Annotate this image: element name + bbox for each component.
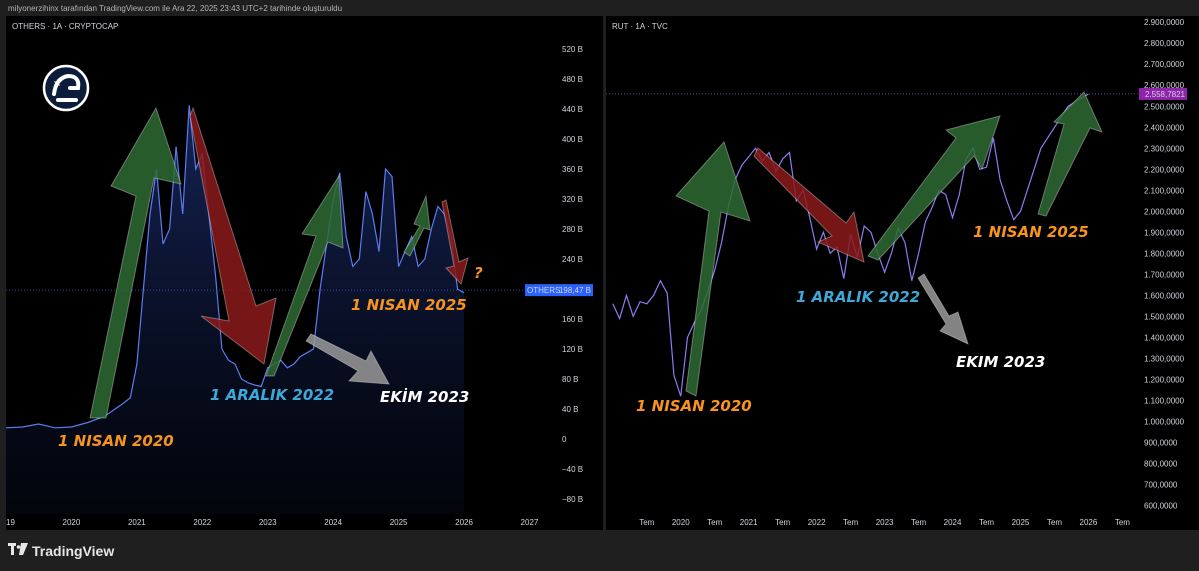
y-tick-label: 320 B bbox=[562, 195, 583, 204]
y-tick-label: 2.700,0000 bbox=[1144, 60, 1185, 69]
last-value-text: 198,47 B bbox=[559, 286, 591, 295]
y-tick-label: 2.000,0000 bbox=[1144, 207, 1185, 216]
last-value-name: OTHERS bbox=[527, 286, 560, 295]
x-tick-label: 2024 bbox=[944, 518, 962, 527]
x-tick-label: 2021 bbox=[740, 518, 758, 527]
y-tick-label: 1.100,0000 bbox=[1144, 396, 1185, 405]
annotation-1-aralik-2022: 1 ARALIK 2022 bbox=[210, 386, 334, 404]
y-tick-label: 1.300,0000 bbox=[1144, 354, 1185, 363]
x-tick-label: 2025 bbox=[1012, 518, 1030, 527]
footer-bar: TradingView bbox=[0, 532, 1199, 571]
y-tick-label: 2.100,0000 bbox=[1144, 186, 1185, 195]
x-tick-label: 2027 bbox=[521, 518, 539, 527]
x-tick-label: 2026 bbox=[455, 518, 473, 527]
x-tick-label: Tem bbox=[911, 518, 926, 527]
x-tick-label: 2020 bbox=[63, 518, 81, 527]
y-tick-label: 1.900,0000 bbox=[1144, 228, 1185, 237]
green-arrow-3 bbox=[1037, 91, 1103, 217]
tradingview-logo-icon bbox=[8, 543, 28, 555]
y-tick-label: 40 B bbox=[562, 405, 578, 414]
annotation-1-nisan-2025: 1 NISAN 2025 bbox=[351, 296, 467, 314]
y-tick-label: 2.200,0000 bbox=[1144, 165, 1185, 174]
x-tick-label: 2024 bbox=[324, 518, 342, 527]
y-tick-label: 360 B bbox=[562, 165, 583, 174]
x-tick-label: 2019 bbox=[6, 518, 15, 527]
x-tick-label: Tem bbox=[1047, 518, 1062, 527]
annotation-ekim-2023: EKİM 2023 bbox=[380, 387, 469, 406]
x-tick-label: Tem bbox=[639, 518, 654, 527]
y-tick-label: 1.500,0000 bbox=[1144, 312, 1185, 321]
annotation-ekim-2023: EKIM 2023 bbox=[956, 353, 1045, 371]
rut-chart-svg[interactable]: 2.900,00002.800,00002.700,00002.600,0000… bbox=[606, 16, 1199, 530]
gray-arrow-1 bbox=[917, 273, 969, 345]
y-tick-label: 2.500,0000 bbox=[1144, 102, 1185, 111]
green-arrow-3 bbox=[403, 194, 431, 257]
y-tick-label: 440 B bbox=[562, 105, 583, 114]
y-tick-label: 1.200,0000 bbox=[1144, 375, 1185, 384]
annotation-1-nisan-2025: 1 NISAN 2025 bbox=[973, 223, 1089, 241]
y-tick-label: −40 B bbox=[562, 465, 583, 474]
y-tick-label: 280 B bbox=[562, 225, 583, 234]
y-tick-label: 1.400,0000 bbox=[1144, 333, 1185, 342]
annotation-1-nisan-2020: 1 NISAN 2020 bbox=[636, 397, 752, 415]
y-tick-label: 160 B bbox=[562, 315, 583, 324]
y-tick-label: 0 bbox=[562, 435, 567, 444]
annotation-question-mark: ? bbox=[474, 264, 483, 282]
x-tick-label: 2023 bbox=[876, 518, 894, 527]
y-tick-label: 2.900,0000 bbox=[1144, 18, 1185, 27]
y-tick-label: 1.000,0000 bbox=[1144, 417, 1185, 426]
y-tick-label: 700,0000 bbox=[1144, 480, 1178, 489]
y-tick-label: 480 B bbox=[562, 75, 583, 84]
x-tick-label: 2022 bbox=[193, 518, 211, 527]
x-tick-label: 2023 bbox=[259, 518, 277, 527]
x-tick-label: 2026 bbox=[1080, 518, 1098, 527]
y-tick-label: 2.300,0000 bbox=[1144, 144, 1185, 153]
y-tick-label: 1.600,0000 bbox=[1144, 291, 1185, 300]
x-tick-label: 2021 bbox=[128, 518, 146, 527]
y-tick-label: 900,0000 bbox=[1144, 438, 1178, 447]
y-tick-label: 2.800,0000 bbox=[1144, 39, 1185, 48]
green-arrow-1 bbox=[675, 141, 751, 397]
y-tick-label: 120 B bbox=[562, 345, 583, 354]
svg-text:★: ★ bbox=[53, 78, 62, 89]
annotation-1-aralik-2022: 1 ARALIK 2022 bbox=[796, 288, 920, 306]
rut-chart-panel[interactable]: RUT · 1A · TVC 2.900,0000 2.800,0000 2.700… bbox=[606, 16, 1199, 530]
y-tick-label: 240 B bbox=[562, 255, 583, 264]
red-arrow-1 bbox=[753, 147, 865, 263]
author-logo-icon: ★ bbox=[42, 64, 90, 112]
last-value-text: 2.558,7821 bbox=[1145, 90, 1186, 99]
x-tick-label: 2022 bbox=[808, 518, 826, 527]
x-tick-label: Tem bbox=[775, 518, 790, 527]
others-chart-panel[interactable]: OTHERS · 1A · CRYPTOCAP 520 B 480 B 440 B4… bbox=[6, 16, 603, 530]
y-tick-label: −80 B bbox=[562, 495, 583, 504]
y-tick-label: 80 B bbox=[562, 375, 578, 384]
x-tick-label: Tem bbox=[707, 518, 722, 527]
y-tick-label: 400 B bbox=[562, 135, 583, 144]
y-tick-label: 2.400,0000 bbox=[1144, 123, 1185, 132]
x-tick-label: Tem bbox=[843, 518, 858, 527]
attribution-text: milyonerzihinx tarafından TradingView.co… bbox=[8, 4, 343, 13]
others-chart-svg[interactable]: 520 B 480 B 440 B 400 B 360 B 320 B 280 B 240 B… bbox=[6, 16, 603, 530]
x-tick-label: 2020 bbox=[672, 518, 690, 527]
x-tick-label: Tem bbox=[1115, 518, 1130, 527]
tradingview-brand[interactable]: TradingView bbox=[32, 543, 114, 559]
annotation-1-nisan-2020: 1 NISAN 2020 bbox=[58, 432, 174, 450]
y-tick-label: 520 B bbox=[562, 45, 583, 54]
y-tick-label: 1.800,0000 bbox=[1144, 249, 1185, 258]
y-tick-label: 800,0000 bbox=[1144, 459, 1178, 468]
y-tick-label: 600,0000 bbox=[1144, 501, 1178, 510]
x-tick-label: Tem bbox=[979, 518, 994, 527]
x-tick-label: 2025 bbox=[390, 518, 408, 527]
y-tick-label: 1.700,0000 bbox=[1144, 270, 1185, 279]
